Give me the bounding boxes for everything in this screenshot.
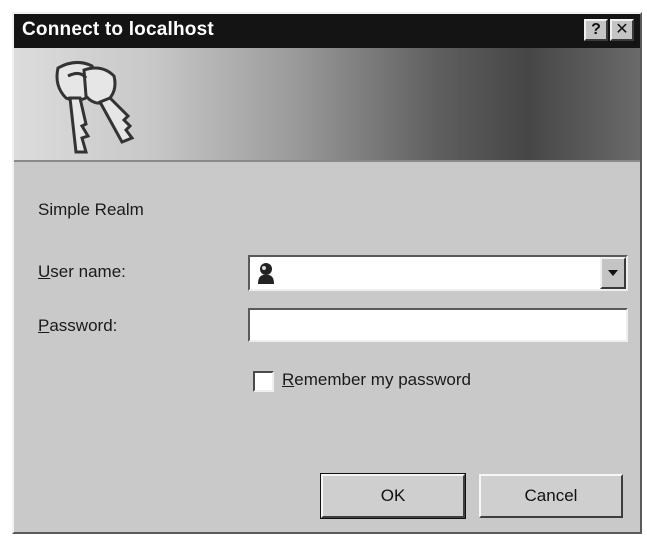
banner xyxy=(14,48,640,162)
window-title: Connect to localhost xyxy=(22,19,214,40)
password-label-text: assword: xyxy=(49,316,118,335)
user-icon xyxy=(258,263,274,284)
username-label-mnemonic: U xyxy=(38,262,51,281)
username-combobox[interactable] xyxy=(248,255,628,291)
username-label: User name: xyxy=(38,262,126,282)
keys-icon xyxy=(55,61,135,154)
remember-password-label[interactable]: Remember my password xyxy=(282,370,471,390)
help-button[interactable]: ? xyxy=(584,19,608,41)
cancel-button[interactable]: Cancel xyxy=(479,474,623,518)
connect-dialog: Connect to localhost ? ✕ Simple Realm Us… xyxy=(12,12,642,534)
password-field[interactable] xyxy=(248,308,628,342)
remember-label-text: emember my password xyxy=(294,370,471,389)
remember-label-mnemonic: R xyxy=(282,370,295,389)
password-label-mnemonic: P xyxy=(38,316,50,335)
chevron-down-icon[interactable] xyxy=(600,257,626,289)
close-button[interactable]: ✕ xyxy=(610,19,634,41)
remember-password-checkbox[interactable] xyxy=(253,371,274,392)
username-label-text: ser name: xyxy=(50,262,126,281)
title-bar[interactable]: Connect to localhost ? ✕ xyxy=(14,14,640,48)
password-label: Password: xyxy=(38,316,117,336)
ok-button[interactable]: OK xyxy=(320,473,466,519)
realm-text: Simple Realm xyxy=(38,200,144,219)
